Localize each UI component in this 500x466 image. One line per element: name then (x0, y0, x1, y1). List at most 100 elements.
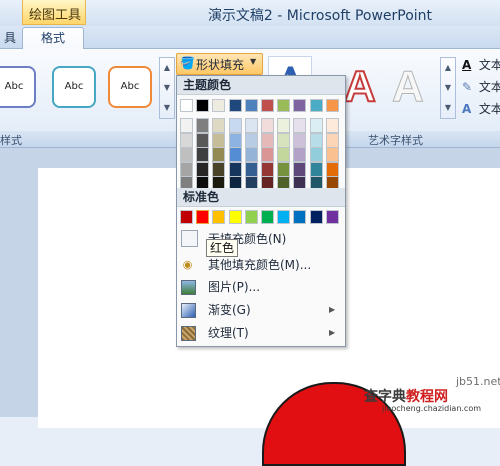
theme-color-swatch[interactable] (196, 99, 210, 112)
theme-color-swatch[interactable] (212, 147, 226, 163)
watermark-url: jiaocheng.chazidian.com (382, 404, 482, 413)
theme-color-swatch[interactable] (196, 161, 210, 177)
gallery-more-icon[interactable]: ▼ (441, 98, 455, 118)
text-effects-label: 文本 (478, 102, 500, 116)
theme-color-swatch[interactable] (261, 118, 274, 133)
theme-color-swatch[interactable] (196, 132, 210, 148)
gallery-more-icon[interactable]: ▼ (160, 98, 174, 118)
theme-color-swatch[interactable] (261, 161, 274, 177)
standard-color-swatch[interactable] (228, 210, 242, 224)
theme-color-swatch[interactable] (228, 118, 242, 133)
text-effects-button[interactable]: A 文本 (462, 100, 500, 118)
theme-color-swatch[interactable] (293, 132, 307, 148)
picture-item[interactable]: 图片(P)... (177, 277, 345, 297)
theme-color-swatch[interactable] (212, 99, 226, 112)
shape-style-thumbnail[interactable]: Abc (108, 66, 152, 108)
theme-color-swatch[interactable] (277, 147, 291, 163)
theme-color-swatch[interactable] (244, 147, 258, 163)
theme-color-swatch[interactable] (228, 161, 242, 177)
color-tooltip: 红色 (206, 239, 239, 257)
theme-color-swatch[interactable] (261, 147, 274, 163)
wordart-style-thumbnail[interactable]: A (392, 62, 425, 112)
theme-color-swatch[interactable] (277, 132, 291, 148)
palette-icon: ◉ (182, 258, 193, 271)
gradient-item[interactable]: 渐变(G) ▶ (177, 300, 345, 320)
theme-color-swatch[interactable] (277, 161, 291, 177)
theme-color-swatch[interactable] (309, 147, 323, 163)
shape-styles-group-label: 样式 (0, 134, 22, 147)
theme-color-swatch[interactable] (309, 132, 323, 148)
window-title: 演示文稿2 - Microsoft PowerPoint (207, 8, 433, 24)
text-fill-label: 文本 (478, 58, 500, 72)
theme-color-swatch[interactable] (325, 161, 339, 177)
theme-color-swatch[interactable] (244, 118, 258, 133)
theme-color-swatch[interactable] (180, 132, 193, 148)
standard-color-swatch[interactable] (180, 210, 193, 224)
theme-color-swatch[interactable] (293, 99, 307, 112)
theme-color-swatch[interactable] (261, 99, 274, 112)
standard-color-swatch[interactable] (309, 210, 323, 224)
more-fill-colors-item[interactable]: ◉ 其他填充颜色(M)... (177, 255, 345, 275)
tab-format[interactable]: 格式 (22, 27, 84, 49)
theme-color-swatch[interactable] (244, 99, 258, 112)
shape-style-thumbnail[interactable]: Abc (0, 66, 36, 108)
tab-partial-left[interactable]: 具 (0, 29, 20, 46)
theme-color-swatch[interactable] (228, 147, 242, 163)
picture-icon (181, 280, 196, 295)
standard-color-swatch[interactable] (212, 210, 226, 224)
standard-color-swatch[interactable] (261, 210, 274, 224)
theme-color-swatch[interactable] (180, 161, 193, 177)
theme-color-swatch[interactable] (277, 118, 291, 133)
no-fill-item[interactable]: 无填充颜色(N) (177, 229, 345, 249)
scroll-up-icon[interactable]: ▲ (441, 58, 455, 78)
theme-color-swatch[interactable] (325, 147, 339, 163)
shape-fill-label: 形状填充 (196, 58, 245, 72)
scroll-up-icon[interactable]: ▲ (160, 58, 174, 78)
texture-item[interactable]: 纹理(T) ▶ (177, 323, 345, 343)
theme-color-swatch[interactable] (212, 118, 226, 133)
shape-style-thumbnail[interactable]: Abc (52, 66, 96, 108)
shape-fill-button[interactable]: 🪣 形状填充 ▼ (176, 53, 263, 75)
theme-color-swatch[interactable] (228, 132, 242, 148)
theme-color-swatch[interactable] (325, 132, 339, 148)
scroll-down-icon[interactable]: ▼ (441, 78, 455, 98)
theme-color-swatch[interactable] (325, 99, 339, 112)
theme-color-swatch[interactable] (228, 99, 242, 112)
theme-color-swatch[interactable] (325, 118, 339, 133)
theme-color-swatch[interactable] (293, 118, 307, 133)
theme-color-swatch[interactable] (212, 132, 226, 148)
theme-color-swatch[interactable] (293, 161, 307, 177)
theme-color-swatch[interactable] (180, 147, 193, 163)
theme-color-swatch[interactable] (309, 99, 323, 112)
wordart-gallery-scroll[interactable]: ▲ ▼ ▼ (440, 57, 456, 119)
chevron-down-icon: ▼ (250, 57, 257, 66)
more-fill-colors-label: 其他填充颜色(M)... (208, 258, 312, 272)
standard-color-swatch[interactable] (277, 210, 291, 224)
ribbon-tab-row: 具 格式 (0, 26, 500, 49)
theme-color-swatch[interactable] (212, 161, 226, 177)
text-fill-button[interactable]: A 文本 (462, 56, 500, 74)
standard-color-swatch[interactable] (244, 210, 258, 224)
theme-color-swatch[interactable] (309, 161, 323, 177)
theme-color-swatch[interactable] (196, 118, 210, 133)
text-fill-icon: A (462, 58, 472, 72)
shape-fill-dropdown: 主题颜色 标准色 无填充颜色(N) ◉ 其他填充颜色(M)... 图片(P)..… (176, 75, 346, 347)
standard-colors-heading: 标准色 (177, 188, 345, 207)
watermark-brand-part2: 教程网 (406, 389, 448, 405)
theme-color-swatch[interactable] (244, 161, 258, 177)
theme-color-swatch[interactable] (309, 118, 323, 133)
theme-color-swatch[interactable] (244, 132, 258, 148)
theme-color-swatch[interactable] (196, 147, 210, 163)
theme-color-swatch[interactable] (261, 132, 274, 148)
wordart-style-thumbnail[interactable]: A (343, 61, 377, 112)
theme-color-swatch[interactable] (293, 147, 307, 163)
scroll-down-icon[interactable]: ▼ (160, 78, 174, 98)
standard-color-swatch[interactable] (325, 210, 339, 224)
text-outline-button[interactable]: ✎ 文本 (462, 78, 500, 96)
theme-color-swatch[interactable] (180, 99, 193, 112)
standard-color-swatch[interactable] (196, 210, 210, 224)
theme-color-swatch[interactable] (180, 118, 193, 133)
theme-color-swatch[interactable] (277, 99, 291, 112)
shape-styles-gallery-scroll[interactable]: ▲ ▼ ▼ (159, 57, 175, 119)
standard-color-swatch[interactable] (293, 210, 307, 224)
